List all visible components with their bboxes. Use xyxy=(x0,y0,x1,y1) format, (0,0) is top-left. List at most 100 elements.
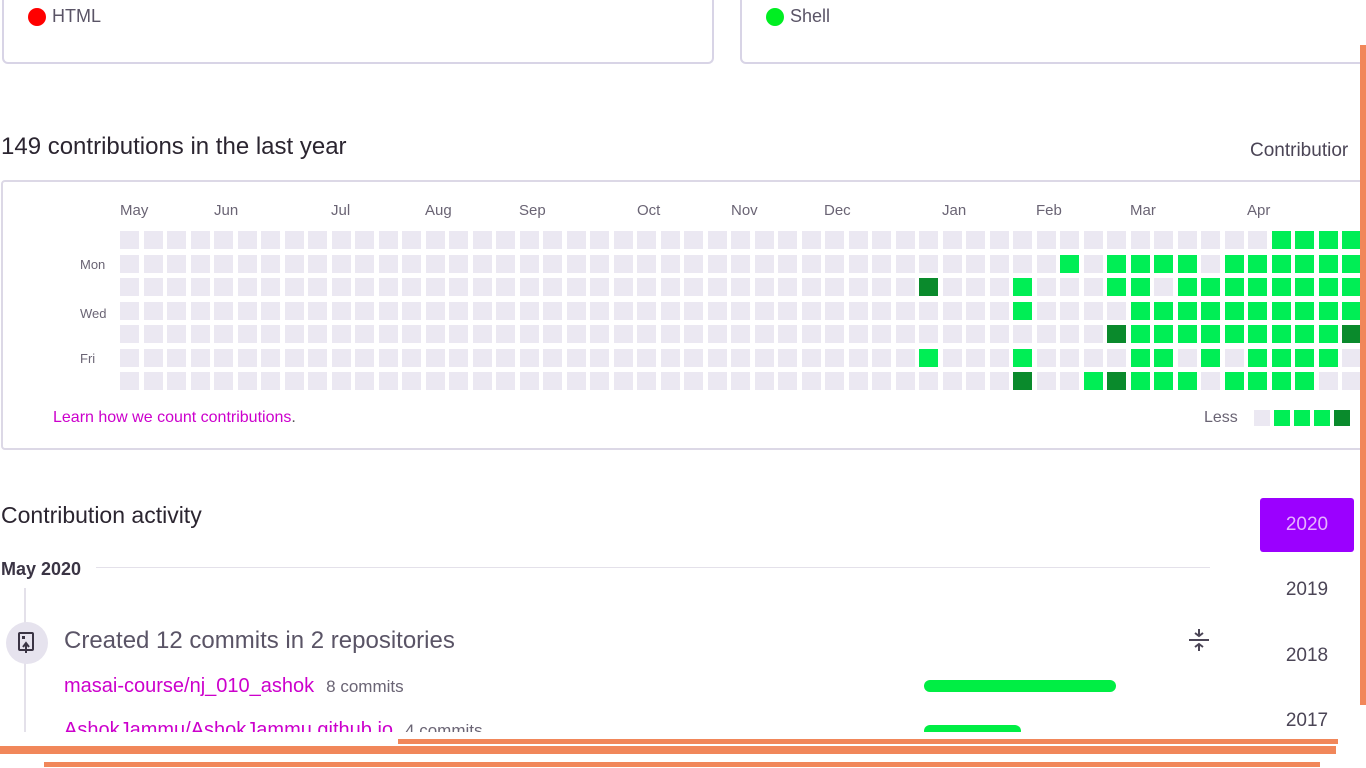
contribution-day-cell[interactable] xyxy=(1130,348,1150,367)
contribution-day-cell[interactable] xyxy=(1013,231,1032,249)
contribution-day-cell[interactable] xyxy=(942,278,962,296)
contribution-day-cell[interactable] xyxy=(613,325,633,343)
contribution-day-cell[interactable] xyxy=(284,372,304,390)
contribution-day-cell[interactable] xyxy=(1154,325,1173,343)
contribution-day-cell[interactable] xyxy=(872,301,891,320)
contribution-day-cell[interactable] xyxy=(402,231,421,249)
contribution-day-cell[interactable] xyxy=(1318,254,1338,273)
repo-commit-count[interactable]: 8 commits xyxy=(326,677,403,697)
contribution-day-cell[interactable] xyxy=(120,301,139,320)
contribution-day-cell[interactable] xyxy=(1013,254,1032,273)
contribution-day-cell[interactable] xyxy=(707,372,727,390)
contribution-day-cell[interactable] xyxy=(378,301,398,320)
contribution-day-cell[interactable] xyxy=(1083,348,1103,367)
contribution-day-cell[interactable] xyxy=(566,325,586,343)
contribution-day-cell[interactable] xyxy=(214,231,233,249)
contribution-day-cell[interactable] xyxy=(590,325,609,343)
contribution-day-cell[interactable] xyxy=(120,254,139,273)
contribution-day-cell[interactable] xyxy=(1248,348,1267,367)
contribution-day-cell[interactable] xyxy=(566,348,586,367)
contribution-day-cell[interactable] xyxy=(425,348,445,367)
contribution-day-cell[interactable] xyxy=(707,231,727,249)
contribution-day-cell[interactable] xyxy=(754,278,774,296)
contribution-day-cell[interactable] xyxy=(1130,231,1150,249)
contribution-day-cell[interactable] xyxy=(731,348,750,367)
contribution-day-cell[interactable] xyxy=(449,254,468,273)
contribution-day-cell[interactable] xyxy=(425,278,445,296)
contribution-day-cell[interactable] xyxy=(1177,231,1197,249)
contribution-day-cell[interactable] xyxy=(543,254,562,273)
contribution-day-cell[interactable] xyxy=(778,325,797,343)
contribution-day-cell[interactable] xyxy=(1177,254,1197,273)
contribution-day-cell[interactable] xyxy=(519,231,539,249)
contribution-day-cell[interactable] xyxy=(237,231,257,249)
contribution-day-cell[interactable] xyxy=(1083,301,1103,320)
contribution-day-cell[interactable] xyxy=(1318,301,1338,320)
contribution-day-cell[interactable] xyxy=(519,301,539,320)
contribution-day-cell[interactable] xyxy=(778,348,797,367)
contribution-day-cell[interactable] xyxy=(1248,325,1267,343)
contribution-day-cell[interactable] xyxy=(378,372,398,390)
contribution-day-cell[interactable] xyxy=(214,348,233,367)
contribution-day-cell[interactable] xyxy=(660,372,680,390)
contribution-day-cell[interactable] xyxy=(261,254,280,273)
contribution-day-cell[interactable] xyxy=(167,254,186,273)
contribution-day-cell[interactable] xyxy=(919,348,938,367)
contribution-day-cell[interactable] xyxy=(1248,231,1267,249)
contribution-day-cell[interactable] xyxy=(637,325,656,343)
contribution-day-cell[interactable] xyxy=(566,231,586,249)
contribution-day-cell[interactable] xyxy=(167,372,186,390)
contribution-day-cell[interactable] xyxy=(143,372,163,390)
contribution-day-cell[interactable] xyxy=(1318,325,1338,343)
contribution-day-cell[interactable] xyxy=(402,301,421,320)
contribution-day-cell[interactable] xyxy=(402,348,421,367)
contribution-day-cell[interactable] xyxy=(684,278,703,296)
contribution-day-cell[interactable] xyxy=(261,325,280,343)
contribution-day-cell[interactable] xyxy=(1224,254,1244,273)
contribution-day-cell[interactable] xyxy=(754,231,774,249)
contribution-day-cell[interactable] xyxy=(1130,254,1150,273)
contribution-day-cell[interactable] xyxy=(1177,278,1197,296)
contribution-day-cell[interactable] xyxy=(731,301,750,320)
contribution-day-cell[interactable] xyxy=(566,254,586,273)
contribution-day-cell[interactable] xyxy=(1060,325,1079,343)
contribution-day-cell[interactable] xyxy=(1271,231,1291,249)
contribution-day-cell[interactable] xyxy=(707,348,727,367)
contribution-day-cell[interactable] xyxy=(120,325,139,343)
contribution-day-cell[interactable] xyxy=(1177,372,1197,390)
contribution-day-cell[interactable] xyxy=(1295,231,1314,249)
contribution-day-cell[interactable] xyxy=(237,254,257,273)
contribution-day-cell[interactable] xyxy=(754,372,774,390)
contribution-day-cell[interactable] xyxy=(261,348,280,367)
contribution-day-cell[interactable] xyxy=(472,254,492,273)
contribution-day-cell[interactable] xyxy=(942,372,962,390)
contribution-day-cell[interactable] xyxy=(1107,325,1126,343)
contribution-day-cell[interactable] xyxy=(1342,301,1361,320)
contribution-day-cell[interactable] xyxy=(872,231,891,249)
contribution-day-cell[interactable] xyxy=(237,348,257,367)
contribution-day-cell[interactable] xyxy=(167,231,186,249)
contribution-day-cell[interactable] xyxy=(1013,278,1032,296)
contribution-day-cell[interactable] xyxy=(143,325,163,343)
contribution-day-cell[interactable] xyxy=(754,254,774,273)
contribution-day-cell[interactable] xyxy=(190,348,210,367)
contribution-day-cell[interactable] xyxy=(848,254,868,273)
contribution-day-cell[interactable] xyxy=(1107,231,1126,249)
contribution-day-cell[interactable] xyxy=(190,231,210,249)
contribution-day-cell[interactable] xyxy=(190,325,210,343)
commit-event-title[interactable]: Created 12 commits in 2 repositories xyxy=(64,627,455,655)
contribution-day-cell[interactable] xyxy=(331,254,351,273)
contribution-day-cell[interactable] xyxy=(1107,254,1126,273)
contribution-day-cell[interactable] xyxy=(1083,325,1103,343)
contribution-day-cell[interactable] xyxy=(1036,301,1056,320)
contribution-day-cell[interactable] xyxy=(707,278,727,296)
contribution-day-cell[interactable] xyxy=(801,372,821,390)
contribution-day-cell[interactable] xyxy=(1060,254,1079,273)
contribution-day-cell[interactable] xyxy=(613,372,633,390)
contribution-day-cell[interactable] xyxy=(1107,278,1126,296)
contribution-day-cell[interactable] xyxy=(590,301,609,320)
contribution-day-cell[interactable] xyxy=(1271,325,1291,343)
contribution-day-cell[interactable] xyxy=(261,278,280,296)
contribution-day-cell[interactable] xyxy=(1271,254,1291,273)
contribution-day-cell[interactable] xyxy=(1342,278,1361,296)
